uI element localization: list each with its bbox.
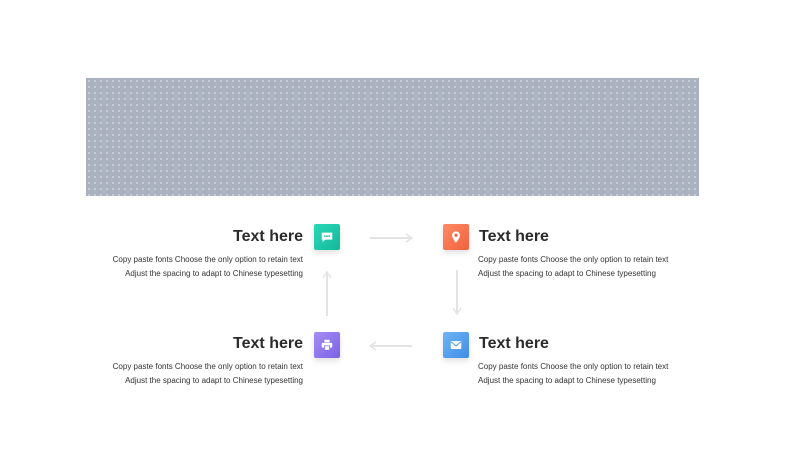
- mail-icon: [450, 341, 462, 349]
- arrow-right-icon: [370, 233, 414, 243]
- arrow-down-icon: [452, 270, 462, 316]
- mail-icon-box: [443, 332, 469, 358]
- step-description-line-2: Adjust the spacing to adapt to Chinese t…: [125, 269, 303, 278]
- step-title: Text here: [233, 228, 303, 245]
- printer-icon: [321, 339, 333, 351]
- step-description-line-2: Adjust the spacing to adapt to Chinese t…: [125, 376, 303, 385]
- step-description-line-1: Copy paste fonts Choose the only option …: [478, 362, 669, 371]
- step-description-line-1: Copy paste fonts Choose the only option …: [112, 255, 303, 264]
- chat-icon: [321, 232, 333, 243]
- arrow-left-icon: [368, 341, 412, 351]
- step-description-line-2: Adjust the spacing to adapt to Chinese t…: [478, 269, 656, 278]
- step-description-line-1: Copy paste fonts Choose the only option …: [112, 362, 303, 371]
- location-pin-icon-box: [443, 224, 469, 250]
- step-title: Text here: [479, 335, 549, 352]
- step-title: Text here: [479, 228, 549, 245]
- chat-icon-box: [314, 224, 340, 250]
- step-title: Text here: [233, 335, 303, 352]
- step-description-line-2: Adjust the spacing to adapt to Chinese t…: [478, 376, 656, 385]
- printer-icon-box: [314, 332, 340, 358]
- step-description-line-1: Copy paste fonts Choose the only option …: [478, 255, 669, 264]
- arrow-up-icon: [322, 270, 332, 316]
- header-banner: [86, 78, 699, 196]
- location-pin-icon: [452, 231, 460, 243]
